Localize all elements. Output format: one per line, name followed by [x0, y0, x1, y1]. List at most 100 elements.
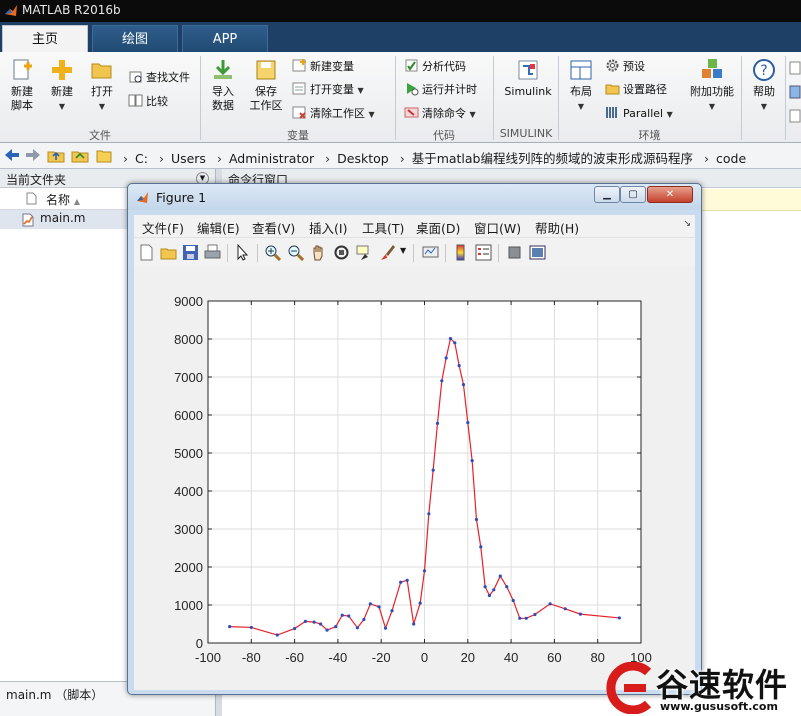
ribbon-overflow-icons[interactable]: [789, 60, 801, 130]
data-point: [461, 383, 466, 387]
print-icon[interactable]: [204, 244, 221, 261]
data-point: [518, 616, 522, 620]
breadcrumb-item[interactable]: Administrator: [229, 151, 314, 166]
menu-insert[interactable]: 插入(I): [309, 218, 347, 237]
menu-window[interactable]: 窗口(W): [474, 218, 521, 237]
new-button[interactable]: 新建 ▼: [44, 58, 80, 114]
data-point: [340, 613, 344, 617]
data-point: [355, 626, 359, 630]
name-column-label: 名称: [46, 193, 71, 207]
simulink-button[interactable]: Simulink: [500, 58, 556, 99]
back-arrow-icon[interactable]: [3, 147, 21, 164]
breadcrumb-item[interactable]: Users: [171, 151, 206, 166]
figure-title-bar[interactable]: Figure 1 ▁ ▢ ✕: [128, 184, 701, 210]
data-point: [399, 580, 403, 584]
x-tick-label: 20: [461, 650, 475, 665]
clear-commands-button[interactable]: 清除命令 ▼: [404, 105, 476, 123]
x-tick-label: 0: [421, 650, 428, 665]
y-tick-label: 0: [196, 636, 203, 651]
compare-button[interactable]: 比较: [128, 93, 168, 111]
menu-file[interactable]: 文件(F): [142, 218, 184, 237]
breadcrumb-separator: ›: [216, 151, 222, 166]
hide-plot-tools-icon[interactable]: [506, 244, 523, 261]
variable-group-label: 变量: [287, 129, 309, 142]
save-workspace-icon: [256, 60, 276, 80]
tab-home[interactable]: 主页: [2, 25, 88, 52]
run-and-time-label: 运行并计时: [422, 83, 477, 96]
layout-button[interactable]: 布局 ▼: [564, 58, 598, 114]
addons-button[interactable]: 附加功能 ▼: [686, 58, 738, 114]
tab-plots[interactable]: 绘图: [92, 25, 178, 52]
data-cursor-icon[interactable]: [356, 244, 373, 261]
menu-help[interactable]: 帮助(H): [535, 218, 579, 237]
run-time-icon: [407, 83, 419, 96]
find-files-button[interactable]: 查找文件: [128, 69, 190, 87]
open-icon[interactable]: [160, 244, 177, 261]
run-and-time-button[interactable]: 运行并计时: [404, 81, 477, 99]
menu-tools[interactable]: 工具(T): [362, 218, 404, 237]
data-point: [524, 616, 528, 620]
breadcrumb-item[interactable]: 基于matlab编程线列阵的频域的波束形成源码程序: [412, 151, 693, 166]
chevron-down-icon[interactable]: ▼: [400, 246, 406, 255]
data-point: [377, 605, 381, 609]
browse-folder-icon[interactable]: [70, 147, 90, 164]
data-point: [479, 545, 483, 549]
clear-workspace-button[interactable]: 清除工作区 ▼: [292, 105, 375, 123]
save-workspace-button[interactable]: 保存 工作区: [246, 58, 286, 113]
rotate-3d-icon[interactable]: [333, 244, 350, 261]
figure-window[interactable]: Figure 1 ▁ ▢ ✕ 文件(F) 编辑(E) 查看(V) 插入(I) 工…: [127, 183, 702, 695]
data-point: [457, 364, 461, 368]
line-plot[interactable]: -100 -80 -60 -40 -20 0 20 40 60 80 100010002000300…: [134, 267, 695, 690]
menu-edit[interactable]: 编辑(E): [197, 218, 240, 237]
legend-icon[interactable]: [475, 244, 492, 261]
up-folder-icon[interactable]: [46, 147, 66, 164]
zoom-in-icon[interactable]: [264, 244, 281, 261]
parallel-button[interactable]: Parallel ▼: [605, 105, 673, 123]
colorbar-icon[interactable]: [452, 244, 469, 261]
import-data-button[interactable]: 导入 数据: [205, 58, 241, 113]
pan-hand-icon[interactable]: [310, 244, 327, 261]
y-tick-label: 9000: [174, 294, 203, 309]
data-point: [325, 628, 329, 632]
close-button[interactable]: ✕: [647, 186, 693, 203]
breadcrumb-item[interactable]: C:: [135, 151, 148, 166]
preferences-button[interactable]: 预设: [605, 58, 645, 76]
zoom-out-icon[interactable]: [287, 244, 304, 261]
brush-icon[interactable]: [379, 244, 396, 261]
analyze-code-button[interactable]: 分析代码: [404, 58, 466, 76]
open-variable-button[interactable]: 打开变量 ▼: [292, 81, 364, 99]
set-path-button[interactable]: 设置路径: [605, 81, 667, 99]
pointer-icon[interactable]: [234, 244, 251, 261]
show-plot-tools-icon[interactable]: [529, 244, 546, 261]
breadcrumb-item[interactable]: Desktop: [337, 151, 389, 166]
new-variable-button[interactable]: 新建变量: [292, 58, 354, 76]
data-point: [275, 633, 279, 637]
tab-apps[interactable]: APP: [182, 25, 268, 52]
menu-view[interactable]: 查看(V): [252, 218, 295, 237]
dock-arrow-icon[interactable]: ↘: [683, 219, 691, 229]
figure-canvas[interactable]: -100 -80 -60 -40 -20 0 20 40 60 80 100 0 1000 2000 300…: [134, 267, 695, 690]
svg-text:?: ?: [760, 63, 767, 79]
menu-desktop[interactable]: 桌面(D): [416, 218, 460, 237]
new-figure-icon[interactable]: [138, 244, 155, 261]
maximize-button[interactable]: ▢: [620, 186, 646, 203]
data-point: [303, 619, 308, 623]
forward-arrow-icon[interactable]: [24, 147, 42, 164]
x-tick-label: -80: [242, 650, 261, 665]
matlab-logo-icon: [5, 5, 17, 16]
x-tick-label: -20: [372, 650, 391, 665]
root-folder-icon[interactable]: [96, 147, 112, 164]
new-script-button[interactable]: 新建 脚本: [4, 58, 40, 113]
data-point: [533, 612, 537, 617]
data-point: [318, 622, 323, 626]
help-button[interactable]: ? 帮助 ▼: [746, 58, 782, 114]
minimize-button[interactable]: ▁: [594, 186, 620, 203]
breadcrumb-item[interactable]: code: [716, 151, 746, 166]
code-group-label: 代码: [433, 129, 455, 142]
link-plot-icon[interactable]: [422, 244, 439, 261]
open-button[interactable]: 打开 ▼: [84, 58, 120, 114]
save-icon[interactable]: [182, 244, 199, 261]
y-tick-label: 8000: [174, 332, 203, 347]
y-tick-label: 7000: [174, 370, 203, 385]
data-point: [334, 625, 338, 629]
